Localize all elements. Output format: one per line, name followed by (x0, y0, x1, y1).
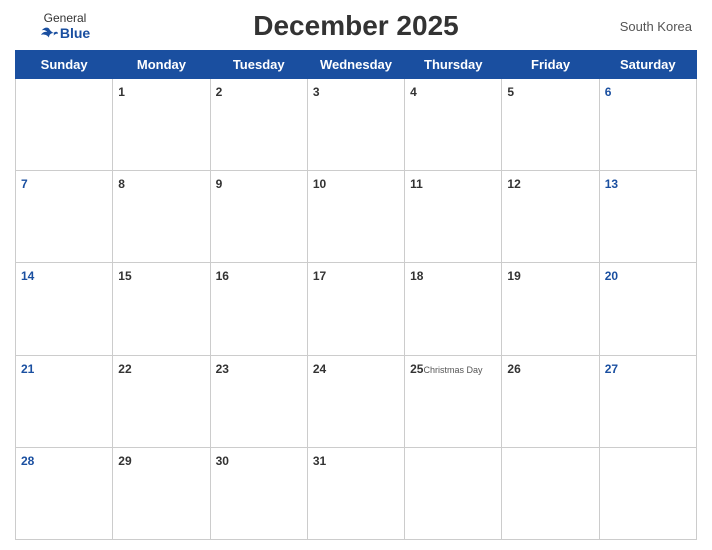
day-number: 23 (216, 362, 229, 376)
calendar-week-row: 21 22 23 24 25Christmas Day 26 27 (16, 355, 697, 447)
calendar-cell: 29 (113, 447, 210, 539)
day-number: 3 (313, 85, 320, 99)
calendar-cell: 6 (599, 79, 696, 171)
weekday-header-sunday: Sunday (16, 51, 113, 79)
calendar-cell (502, 447, 599, 539)
logo-blue: Blue (40, 25, 90, 41)
day-number: 27 (605, 362, 618, 376)
day-number: 15 (118, 269, 131, 283)
calendar-cell: 30 (210, 447, 307, 539)
calendar-cell: 31 (307, 447, 404, 539)
weekday-header-saturday: Saturday (599, 51, 696, 79)
day-number: 5 (507, 85, 514, 99)
calendar-cell: 1 (113, 79, 210, 171)
day-number: 18 (410, 269, 423, 283)
day-number: 31 (313, 454, 326, 468)
day-number: 8 (118, 177, 125, 191)
calendar-cell: 20 (599, 263, 696, 355)
calendar-cell: 15 (113, 263, 210, 355)
day-number: 10 (313, 177, 326, 191)
weekday-header-monday: Monday (113, 51, 210, 79)
day-number: 26 (507, 362, 520, 376)
calendar-cell: 8 (113, 171, 210, 263)
region-label: South Korea (602, 19, 692, 34)
day-number: 17 (313, 269, 326, 283)
calendar-header: General Blue December 2025 South Korea (15, 10, 697, 42)
day-number: 20 (605, 269, 618, 283)
calendar-cell: 13 (599, 171, 696, 263)
calendar-cell: 14 (16, 263, 113, 355)
calendar-cell: 12 (502, 171, 599, 263)
day-number: 24 (313, 362, 326, 376)
calendar-cell: 16 (210, 263, 307, 355)
calendar-cell: 4 (405, 79, 502, 171)
calendar-cell: 19 (502, 263, 599, 355)
day-number: 11 (410, 177, 423, 191)
calendar-cell: 9 (210, 171, 307, 263)
calendar-cell: 22 (113, 355, 210, 447)
weekday-header-tuesday: Tuesday (210, 51, 307, 79)
calendar-cell: 5 (502, 79, 599, 171)
day-number: 6 (605, 85, 612, 99)
calendar-cell: 2 (210, 79, 307, 171)
day-number: 28 (21, 454, 34, 468)
calendar-cell: 27 (599, 355, 696, 447)
day-number: 13 (605, 177, 618, 191)
day-number: 19 (507, 269, 520, 283)
day-number: 2 (216, 85, 223, 99)
calendar-cell: 11 (405, 171, 502, 263)
calendar-week-row: 14 15 16 17 18 19 20 (16, 263, 697, 355)
logo: General Blue (20, 11, 110, 41)
day-number: 21 (21, 362, 34, 376)
calendar-table: SundayMondayTuesdayWednesdayThursdayFrid… (15, 50, 697, 540)
weekday-header-row: SundayMondayTuesdayWednesdayThursdayFrid… (16, 51, 697, 79)
calendar-cell: 25Christmas Day (405, 355, 502, 447)
day-number: 22 (118, 362, 131, 376)
day-number: 16 (216, 269, 229, 283)
calendar-cell: 18 (405, 263, 502, 355)
logo-general: General (44, 11, 87, 25)
calendar-cell: 7 (16, 171, 113, 263)
calendar-cell: 24 (307, 355, 404, 447)
day-number: 29 (118, 454, 131, 468)
calendar-cell: 17 (307, 263, 404, 355)
day-number: 14 (21, 269, 34, 283)
logo-bird-icon (40, 26, 58, 40)
weekday-header-wednesday: Wednesday (307, 51, 404, 79)
calendar-title: December 2025 (253, 10, 458, 42)
calendar-cell (599, 447, 696, 539)
calendar-cell: 28 (16, 447, 113, 539)
calendar-week-row: 1 2 3 4 5 6 (16, 79, 697, 171)
weekday-header-friday: Friday (502, 51, 599, 79)
calendar-cell: 21 (16, 355, 113, 447)
calendar-cell: 26 (502, 355, 599, 447)
day-number: 25 (410, 362, 423, 376)
calendar-cell: 10 (307, 171, 404, 263)
day-number: 30 (216, 454, 229, 468)
day-number: 7 (21, 177, 28, 191)
calendar-week-row: 28 29 30 31 (16, 447, 697, 539)
calendar-cell: 23 (210, 355, 307, 447)
calendar-week-row: 7 8 9 10 11 12 13 (16, 171, 697, 263)
day-number: 9 (216, 177, 223, 191)
day-number: 12 (507, 177, 520, 191)
holiday-label: Christmas Day (423, 365, 482, 375)
day-number: 4 (410, 85, 417, 99)
calendar-cell (16, 79, 113, 171)
day-number: 1 (118, 85, 125, 99)
calendar-cell: 3 (307, 79, 404, 171)
weekday-header-thursday: Thursday (405, 51, 502, 79)
calendar-cell (405, 447, 502, 539)
